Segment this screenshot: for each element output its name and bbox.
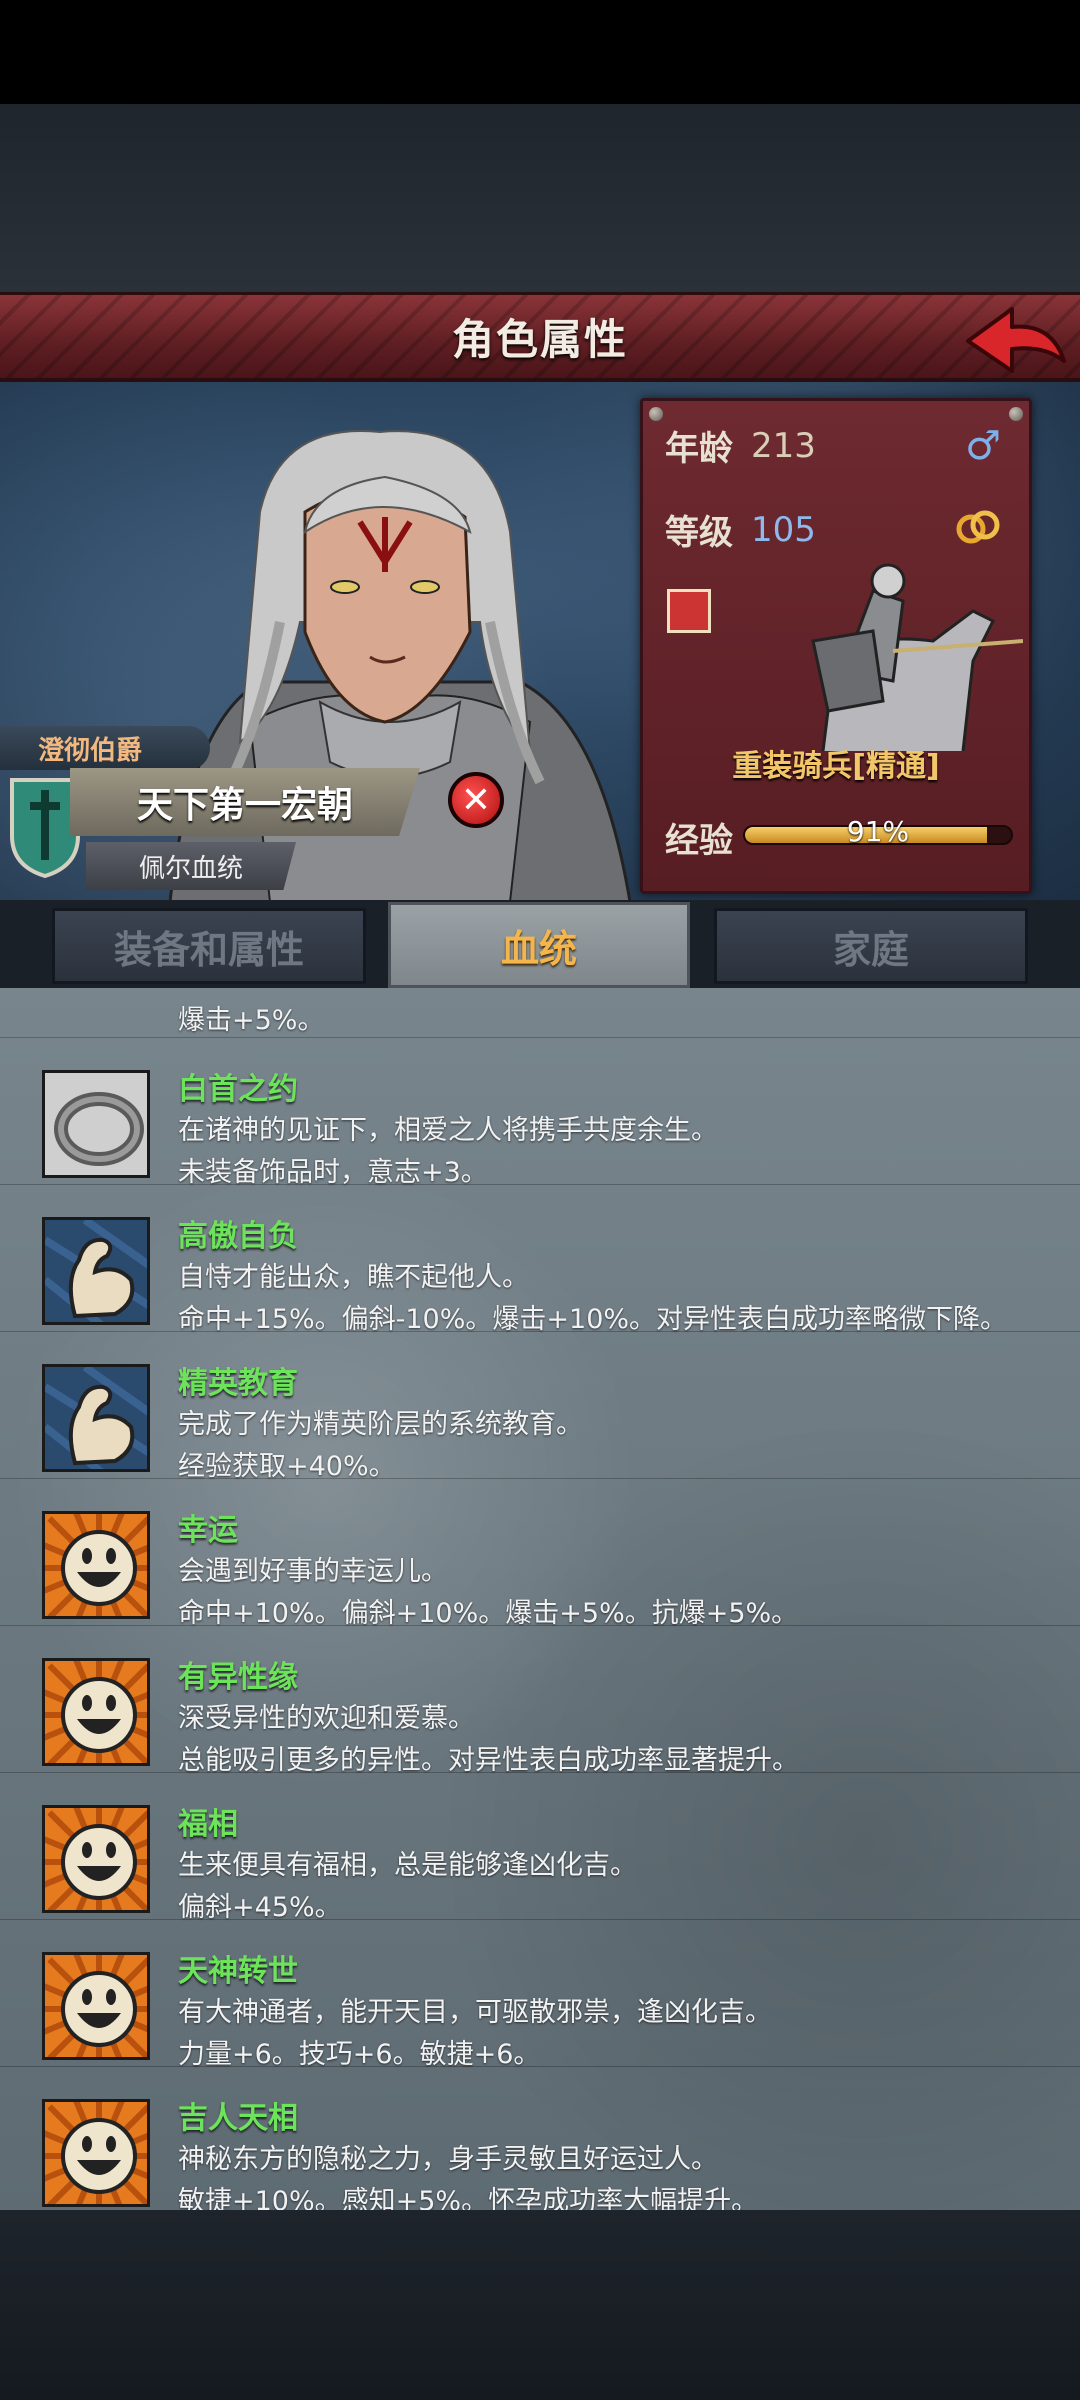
age-row: 年龄 213 — [665, 421, 816, 470]
unit-class-icon[interactable] — [667, 589, 711, 633]
noble-title-badge: 澄彻伯爵 — [0, 726, 210, 770]
list-item[interactable]: 精英教育完成了作为精英阶层的系统教育。 经验获取+40%。 — [0, 1332, 1080, 1482]
trait-effect: 未装备饰品时，意志+3。 — [178, 1157, 488, 1188]
status-bar-area — [0, 0, 1080, 104]
trait-description: 自恃才能出众，瞧不起他人。 — [178, 1262, 529, 1293]
trait-list-content: 爆击+5%。 白首之约在诸神的见证下，相爱之人将携手共度余生。 未装备饰品时，意志… — [0, 988, 1080, 2210]
trait-list[interactable]: 爆击+5%。 白首之约在诸神的见证下，相爱之人将携手共度余生。 未装备饰品时，意志… — [0, 988, 1080, 2210]
smiley-icon — [42, 1658, 150, 1766]
age-label: 年龄 — [665, 429, 733, 469]
trait-effect: 命中+10%。偏斜+10%。爆击+5%。抗爆+5%。 — [178, 1598, 799, 1629]
trait-description: 深受异性的欢迎和爱慕。 — [178, 1703, 475, 1734]
stats-panel: 年龄 213 ♂ 等级 105 重装骑兵[精通] 经验 91% — [640, 398, 1032, 894]
trait-name: 精英教育 — [178, 1366, 298, 1401]
trait-name: 天神转世 — [178, 1954, 298, 1989]
trait-description: 在诸神的见证下，相爱之人将携手共度余生。 — [178, 1115, 718, 1146]
character-name[interactable]: 天下第一宏朝 — [70, 768, 420, 836]
trait-description: 生来便具有福相，总是能够逢凶化吉。 — [178, 1850, 637, 1881]
ring-icon — [42, 1070, 150, 1178]
list-item[interactable]: 福相生来便具有福相，总是能够逢凶化吉。 偏斜+45%。 — [0, 1773, 1080, 1923]
trait-effect: 命中+15%。偏斜-10%。爆击+10%。对异性表白成功率略微下降。 — [178, 1304, 1008, 1335]
trait-description: 会遇到好事的幸运儿。 — [178, 1556, 448, 1587]
list-item[interactable]: 白首之约在诸神的见证下，相爱之人将携手共度余生。 未装备饰品时，意志+3。 — [0, 1038, 1080, 1188]
page-title: 角色属性 — [451, 315, 628, 364]
wedding-rings-icon[interactable] — [953, 507, 1003, 547]
trait-name: 幸运 — [178, 1513, 238, 1548]
level-row: 等级 105 — [665, 505, 816, 554]
smiley-icon — [42, 2099, 150, 2207]
list-item[interactable]: 天神转世有大神通者，能开天目，可驱散邪祟，逢凶化吉。 力量+6。技巧+6。敏捷+6… — [0, 1920, 1080, 2070]
bloodline-name: 佩尔血统 — [86, 842, 296, 890]
exp-label: 经验 — [665, 821, 733, 861]
smiley-icon — [42, 1805, 150, 1913]
tab-bloodline[interactable]: 血统 — [388, 902, 690, 988]
trait-name: 有异性缘 — [178, 1660, 298, 1695]
trait-description: 有大神通者，能开天目，可驱散邪祟，逢凶化吉。 — [178, 1997, 772, 2028]
list-item[interactable]: 高傲自负自恃才能出众，瞧不起他人。命中+15%。偏斜-10%。爆击+10%。对异… — [0, 1185, 1080, 1335]
list-item[interactable]: 吉人天相神秘东方的隐秘之力，身手灵敏且好运过人。敏捷+10%。感知+5%。怀孕成… — [0, 2067, 1080, 2210]
title-bar: 角色属性 — [0, 292, 1080, 382]
rivet — [649, 407, 663, 421]
bottom-band — [0, 2210, 1080, 2400]
list-item[interactable]: 有异性缘深受异性的欢迎和爱慕。总能吸引更多的异性。对异性表白成功率显著提升。 — [0, 1626, 1080, 1776]
level-value: 105 — [751, 509, 816, 550]
trait-effect: 爆击+5%。 — [178, 1005, 325, 1036]
list-item[interactable]: 幸运会遇到好事的幸运儿。命中+10%。偏斜+10%。爆击+5%。抗爆+5%。 — [0, 1479, 1080, 1629]
unit-class-name: 重装骑兵[精通] — [732, 749, 940, 784]
trait-name: 高傲自负 — [178, 1219, 298, 1254]
top-band — [0, 104, 1080, 292]
trait-effect: 总能吸引更多的异性。对异性表白成功率显著提升。 — [178, 1745, 799, 1776]
tab-family[interactable]: 家庭 — [714, 908, 1028, 984]
back-arrow-icon[interactable] — [960, 301, 1070, 379]
age-value: 213 — [751, 425, 816, 466]
close-icon[interactable]: ✕ — [448, 772, 504, 828]
arm-icon — [42, 1364, 150, 1472]
trait-effect: 经验获取+40%。 — [178, 1451, 396, 1482]
male-icon: ♂ — [965, 423, 1001, 469]
heavy-cavalry-icon — [811, 563, 1023, 752]
trait-description: 神秘东方的隐秘之力，身手灵敏且好运过人。 — [178, 2144, 718, 2175]
arm-icon — [42, 1217, 150, 1325]
exp-percent: 91% — [846, 815, 910, 848]
trait-name: 吉人天相 — [178, 2101, 298, 2136]
smiley-icon — [42, 1952, 150, 2060]
tab-equipment-attributes[interactable]: 装备和属性 — [52, 908, 366, 984]
rivet — [1009, 407, 1023, 421]
tab-bar: 装备和属性 血统 家庭 — [0, 900, 1080, 988]
smiley-icon — [42, 1511, 150, 1619]
level-label: 等级 — [665, 513, 733, 553]
trait-effect: 偏斜+45%。 — [178, 1892, 342, 1923]
trait-name: 白首之约 — [178, 1072, 298, 1107]
trait-effect: 敏捷+10%。感知+5%。怀孕成功率大幅提升。 — [178, 2186, 759, 2210]
trait-name: 福相 — [178, 1807, 238, 1842]
list-item: 爆击+5%。 — [0, 988, 1080, 1038]
trait-effect: 力量+6。技巧+6。敏捷+6。 — [178, 2039, 541, 2070]
trait-description: 完成了作为精英阶层的系统教育。 — [178, 1409, 583, 1440]
